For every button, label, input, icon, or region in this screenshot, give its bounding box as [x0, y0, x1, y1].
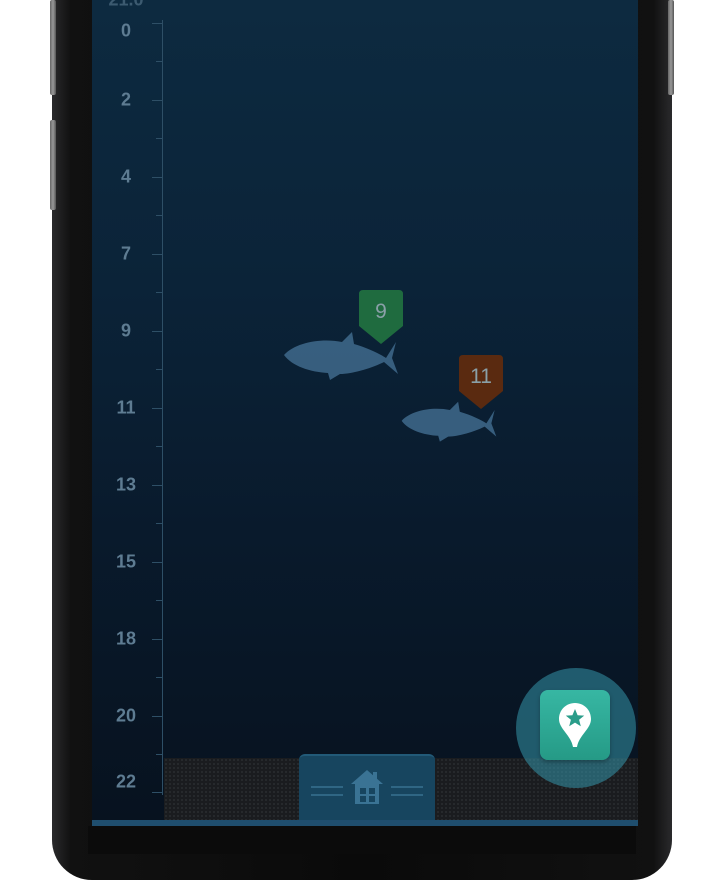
depth-tick: [152, 408, 162, 409]
depth-label-top: 21.0: [106, 0, 146, 11]
depth-ruler: 21.0 0 2 4 7 9 11 13 15 18 20 22: [92, 0, 164, 820]
phone-power-button: [668, 0, 674, 95]
depth-label: 18: [115, 628, 137, 649]
depth-tick: [156, 677, 162, 678]
depth-tick: [152, 716, 162, 717]
depth-tick: [152, 254, 162, 255]
home-tab-line: [311, 786, 343, 788]
favorite-location-pin-icon: [559, 703, 591, 747]
home-tab-line: [391, 786, 423, 788]
depth-tick: [156, 754, 162, 755]
depth-label: 22: [115, 771, 137, 792]
home-tab-button[interactable]: [299, 754, 435, 820]
fish-depth-marker[interactable]: 11: [459, 355, 503, 409]
depth-tick: [152, 23, 162, 24]
phone-side-button: [50, 0, 56, 95]
depth-label: 2: [120, 89, 131, 110]
depth-label: 0: [120, 20, 131, 41]
depth-ruler-line: [162, 20, 163, 795]
depth-tick: [156, 523, 162, 524]
depth-tick: [152, 177, 162, 178]
depth-tick: [152, 331, 162, 332]
depth-tick: [152, 100, 162, 101]
home-tab-line: [391, 794, 423, 796]
home-icon: [351, 770, 383, 804]
depth-label: 9: [120, 320, 131, 341]
marker-depth-label: 9: [375, 300, 387, 323]
fish-depth-marker[interactable]: 9: [359, 290, 403, 344]
home-tab-line: [311, 794, 343, 796]
depth-tick: [152, 792, 162, 793]
depth-tick: [152, 639, 162, 640]
depth-tick: [156, 61, 162, 62]
depth-tick: [156, 215, 162, 216]
depth-tick: [152, 562, 162, 563]
depth-tick: [156, 292, 162, 293]
depth-label: 13: [115, 474, 137, 495]
phone-volume-button: [50, 120, 56, 210]
phone-chin: [88, 826, 636, 854]
depth-tick: [156, 369, 162, 370]
mark-favorite-location-button[interactable]: [540, 690, 610, 760]
depth-label: 15: [115, 551, 137, 572]
depth-label: 20: [115, 705, 137, 726]
depth-tick: [156, 138, 162, 139]
depth-label: 7: [120, 243, 131, 264]
depth-tick: [156, 600, 162, 601]
marker-depth-label: 11: [470, 365, 492, 388]
depth-label: 4: [120, 166, 131, 187]
depth-tick: [156, 446, 162, 447]
depth-tick: [152, 485, 162, 486]
depth-label: 11: [116, 397, 136, 418]
